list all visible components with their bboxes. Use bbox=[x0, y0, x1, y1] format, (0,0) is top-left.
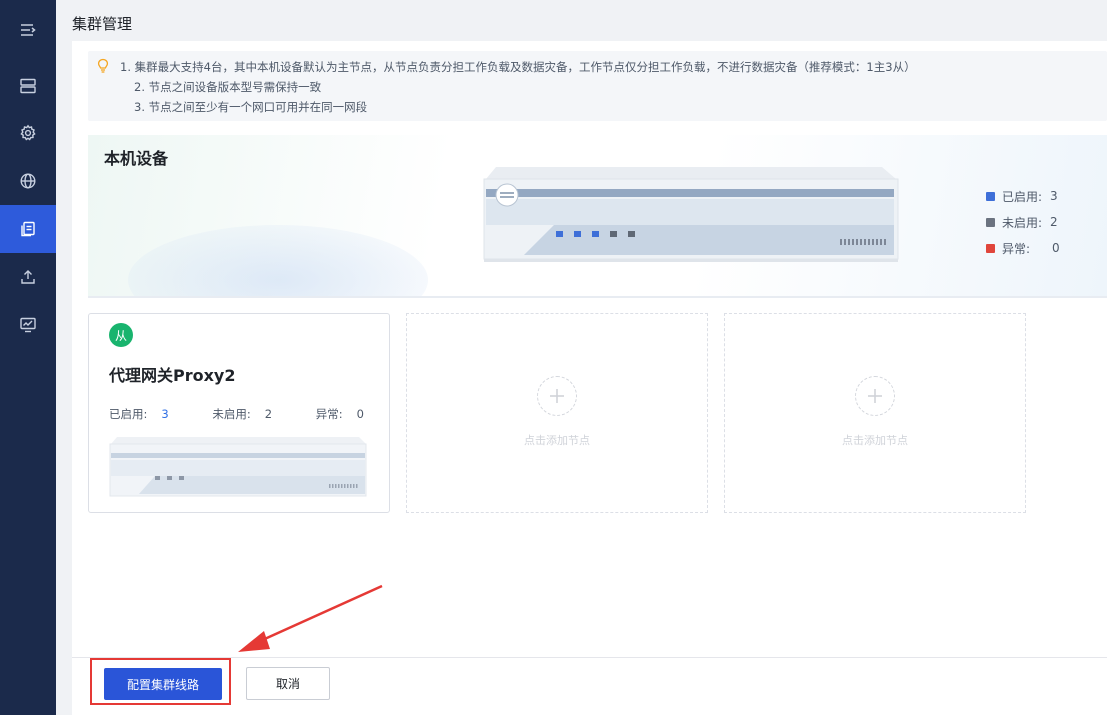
menu-collapse-icon bbox=[21, 24, 36, 36]
legend-error: 异常: 0 bbox=[986, 235, 1060, 261]
add-node-label: 点击添加节点 bbox=[524, 434, 590, 447]
sidebar-item-monitor[interactable] bbox=[0, 301, 56, 349]
lightbulb-icon bbox=[97, 58, 109, 73]
node-name: 代理网关Proxy2 bbox=[109, 366, 236, 385]
empty-slot-1[interactable]: 点击添加节点 bbox=[406, 313, 708, 513]
local-device-illustration bbox=[483, 167, 899, 262]
configure-cluster-links-button[interactable]: 配置集群线路 bbox=[104, 668, 222, 700]
page-title: 集群管理 bbox=[72, 15, 133, 33]
sidebar-item-server[interactable] bbox=[0, 62, 56, 110]
legend-label: 异常: bbox=[1002, 241, 1031, 256]
plus-icon bbox=[868, 389, 882, 403]
sidebar-toggle[interactable] bbox=[0, 6, 56, 54]
add-node-button[interactable] bbox=[855, 376, 895, 416]
tip-line-2: 2. 节点之间设备版本型号需保持一致 bbox=[134, 80, 322, 94]
sidebar-item-network[interactable] bbox=[0, 157, 56, 205]
cluster-icon bbox=[21, 221, 35, 237]
decorative-blob bbox=[128, 225, 428, 296]
sidebar-item-upload[interactable] bbox=[0, 253, 56, 301]
node-device-illustration bbox=[109, 437, 367, 497]
legend-value: 2 bbox=[1050, 215, 1058, 229]
plus-icon bbox=[550, 389, 564, 403]
stat-disabled-value: 2 bbox=[264, 407, 273, 421]
local-device-banner: 本机设备 已启用: 3 未启用: 2 异常: 0 bbox=[88, 135, 1107, 298]
cancel-button[interactable]: 取消 bbox=[246, 667, 330, 700]
main-panel: 1. 集群最大支持4台，其中本机设备默认为主节点，从节点负责分担工作负载及数据灾… bbox=[72, 41, 1107, 715]
sidebar bbox=[0, 0, 56, 715]
stat-enabled-value: 3 bbox=[161, 407, 169, 421]
footer-bar: 配置集群线路 取消 bbox=[72, 657, 1107, 715]
legend-swatch-enabled bbox=[986, 191, 995, 201]
tip-line-1: 1. 集群最大支持4台，其中本机设备默认为主节点，从节点负责分担工作负载及数据灾… bbox=[120, 60, 916, 74]
sidebar-item-cluster[interactable] bbox=[0, 205, 56, 253]
upload-icon bbox=[21, 270, 35, 284]
legend-label: 未启用: bbox=[1002, 215, 1043, 230]
legend-value: 3 bbox=[1050, 189, 1058, 203]
stat-error-value: 0 bbox=[356, 407, 364, 421]
port-legend: 已启用: 3 未启用: 2 异常: 0 bbox=[986, 183, 1060, 261]
legend-swatch-error bbox=[986, 243, 995, 253]
legend-disabled: 未启用: 2 bbox=[986, 209, 1060, 235]
node-stats: 已启用: 3 未启用: 2 异常: 0 bbox=[109, 406, 364, 422]
server-icon bbox=[20, 78, 36, 94]
monitor-icon bbox=[20, 317, 36, 333]
gear-icon bbox=[20, 124, 36, 141]
stat-disabled-label: 未启用: bbox=[212, 407, 251, 421]
stat-error-label: 异常: bbox=[315, 407, 343, 421]
legend-enabled: 已启用: 3 bbox=[986, 183, 1060, 209]
stat-enabled-label: 已启用: bbox=[109, 407, 148, 421]
legend-value: 0 bbox=[1052, 241, 1060, 255]
add-node-button[interactable] bbox=[537, 376, 577, 416]
sidebar-item-settings[interactable] bbox=[0, 109, 56, 157]
node-card[interactable]: 从 代理网关Proxy2 已启用: 3 未启用: 2 异常: 0 bbox=[88, 313, 390, 513]
add-node-label: 点击添加节点 bbox=[842, 434, 908, 447]
tips-box: 1. 集群最大支持4台，其中本机设备默认为主节点，从节点负责分担工作负载及数据灾… bbox=[88, 51, 1107, 121]
role-badge: 从 bbox=[109, 323, 133, 347]
globe-icon bbox=[20, 173, 36, 189]
empty-slot-2[interactable]: 点击添加节点 bbox=[724, 313, 1026, 513]
tip-line-3: 3. 节点之间至少有一个网口可用并在同一网段 bbox=[134, 100, 368, 114]
local-device-title: 本机设备 bbox=[104, 149, 169, 168]
legend-label: 已启用: bbox=[1002, 189, 1043, 204]
legend-swatch-disabled bbox=[986, 217, 995, 227]
